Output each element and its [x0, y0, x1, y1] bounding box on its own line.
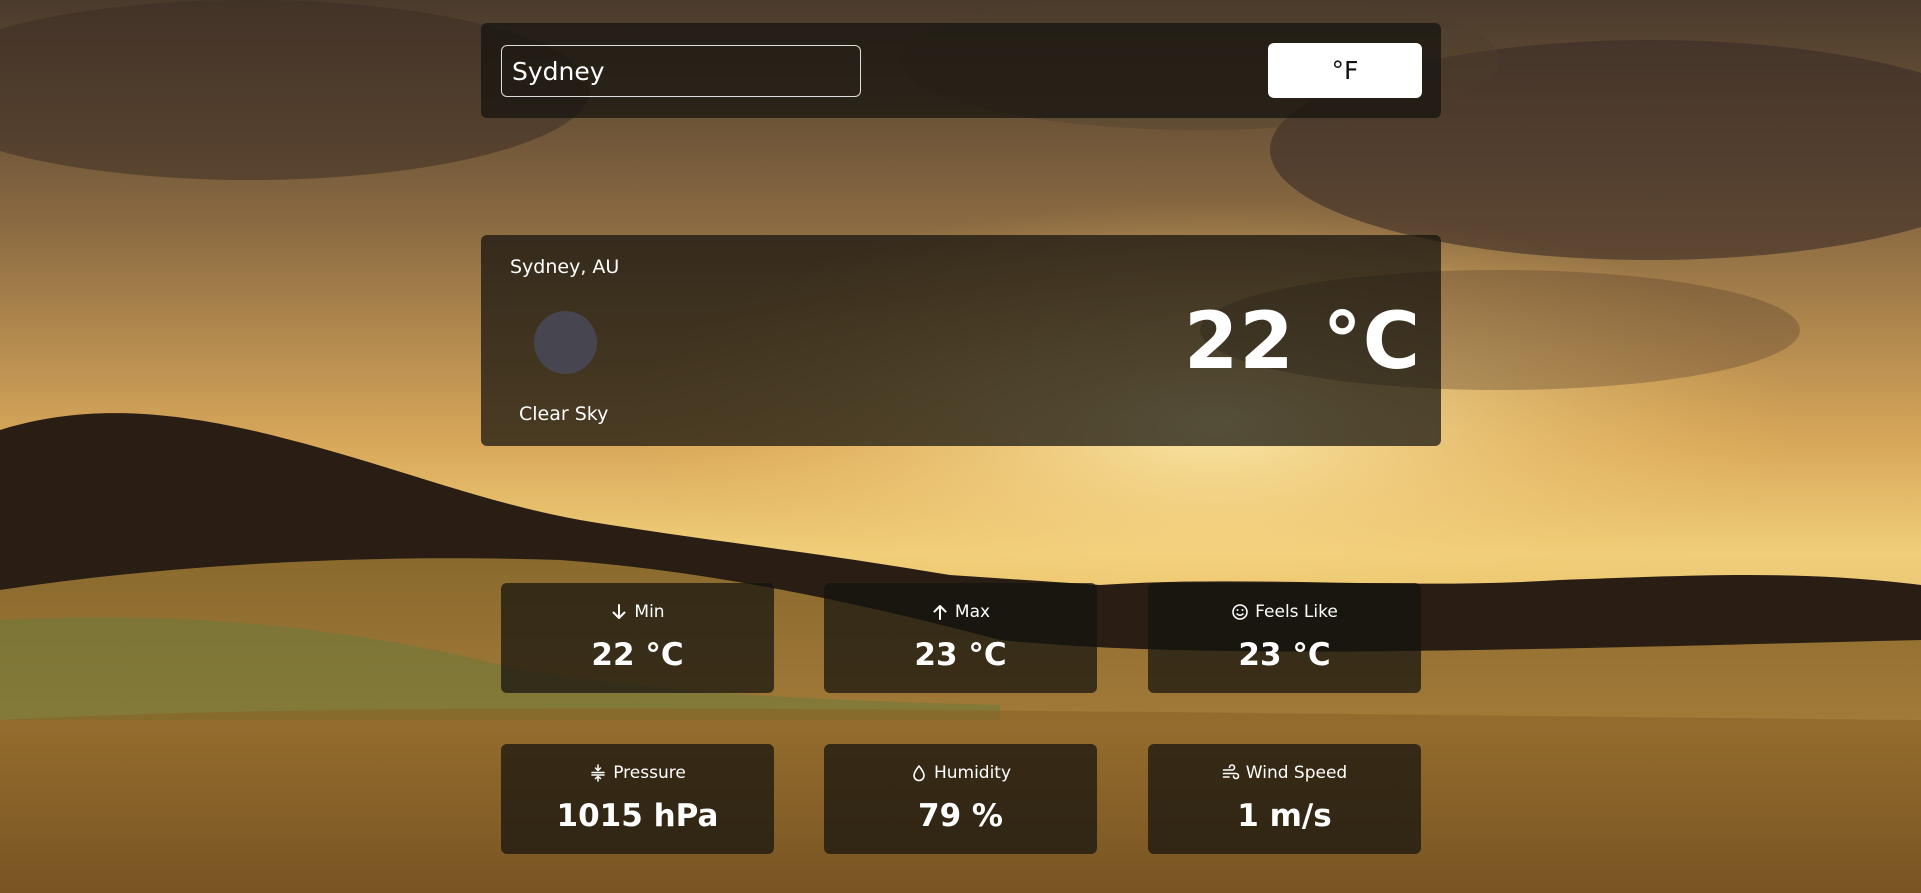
stat-label: Humidity — [933, 763, 1012, 783]
stat-value: 1 m/s — [1237, 798, 1332, 834]
stat-label: Wind Speed — [1245, 763, 1348, 783]
stat-card-min: Min 22 °C — [501, 583, 774, 693]
stat-value: 23 °C — [1238, 637, 1331, 673]
stat-label: Pressure — [613, 763, 686, 783]
smiley-icon — [1232, 604, 1248, 620]
wind-icon — [1222, 764, 1240, 780]
city-search-input[interactable] — [501, 45, 861, 97]
stat-label: Feels Like — [1255, 602, 1338, 622]
stat-value: 22 °C — [591, 637, 684, 673]
stat-label: Min — [634, 602, 665, 622]
stat-card-max: Max 23 °C — [824, 583, 1097, 693]
stat-value: 23 °C — [914, 637, 1007, 673]
current-weather-card: Sydney, AU Clear Sky 22 °C — [481, 235, 1441, 446]
stat-card-humidity: Humidity 79 % — [824, 744, 1097, 854]
weather-app: °F Sydney, AU Clear Sky 22 °C Min 22 °C … — [0, 0, 1921, 893]
droplet-icon — [913, 765, 925, 782]
weather-condition-label: Clear Sky — [519, 403, 609, 425]
stat-card-wind-speed: Wind Speed 1 m/s — [1148, 744, 1421, 854]
pressure-icon — [591, 764, 605, 782]
arrow-down-icon — [612, 604, 626, 619]
stat-card-feels-like: Feels Like 23 °C — [1148, 583, 1421, 693]
unit-toggle-button[interactable]: °F — [1268, 43, 1422, 98]
stat-value: 1015 hPa — [556, 798, 719, 834]
stat-label: Max — [954, 602, 991, 622]
stat-value: 79 % — [918, 798, 1003, 834]
stat-card-pressure: Pressure 1015 hPa — [501, 744, 774, 854]
weather-condition-icon — [534, 311, 597, 374]
location-label: Sydney, AU — [510, 256, 620, 278]
arrow-up-icon — [933, 605, 947, 620]
search-bar: °F — [481, 23, 1441, 118]
current-temperature: 22 °C — [1184, 297, 1421, 387]
